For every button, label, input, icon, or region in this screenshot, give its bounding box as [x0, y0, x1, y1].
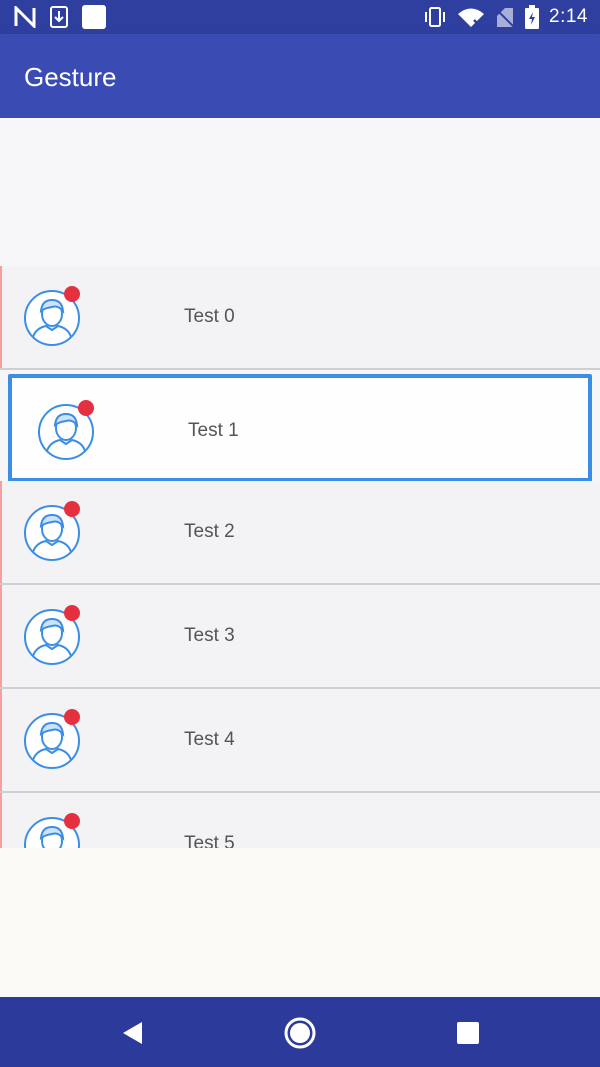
download-icon: [50, 6, 68, 28]
wifi-icon: [458, 8, 485, 28]
battery-icon: [525, 5, 540, 29]
home-button[interactable]: [282, 1015, 318, 1051]
user-avatar-icon: [38, 400, 94, 460]
list-item-label: Test 1: [188, 420, 239, 441]
status-bar: 2:14: [0, 0, 600, 34]
recents-button[interactable]: [450, 1015, 486, 1051]
user-avatar-icon: [24, 501, 80, 561]
list-header-space: [0, 118, 600, 266]
status-time: 2:14: [549, 6, 588, 27]
list-item-test-3[interactable]: Test 3: [0, 585, 600, 689]
user-avatar-icon: [24, 813, 80, 848]
app-title: Gesture: [24, 62, 117, 92]
list-item-label: Test 4: [184, 729, 235, 750]
square-icon: [82, 5, 106, 29]
empty-footer-area: [0, 848, 600, 997]
user-avatar-icon: [24, 709, 80, 769]
n-icon: [14, 6, 36, 28]
list-item-test-4[interactable]: Test 4: [0, 689, 600, 793]
back-button[interactable]: [114, 1015, 150, 1051]
list-item-test-1[interactable]: Test 1: [8, 374, 592, 482]
navigation-bar: [0, 997, 600, 1067]
recents-icon: [457, 1022, 479, 1044]
back-icon: [123, 1022, 142, 1044]
list-item-label: Test 5: [184, 833, 235, 848]
status-left-icons: [14, 5, 106, 29]
user-avatar-icon: [24, 605, 80, 665]
status-right-icons: 2:14: [423, 5, 588, 29]
list-item-test-2[interactable]: Test 2: [0, 481, 600, 585]
list-item-test-0[interactable]: Test 0: [0, 266, 600, 370]
home-icon: [284, 1017, 316, 1049]
list-item-label: Test 3: [184, 625, 235, 646]
list-item-label: Test 2: [184, 521, 235, 542]
gesture-list[interactable]: Test 0 Test 1 Test 2 Test 3 Test 4 Test …: [0, 118, 600, 848]
list-item-test-5[interactable]: Test 5: [0, 793, 600, 848]
list-item-label: Test 0: [184, 306, 235, 327]
app-bar: Gesture: [0, 34, 600, 118]
no-sim-icon: [495, 8, 515, 28]
vibrate-icon: [425, 7, 446, 27]
user-avatar-icon: [24, 286, 80, 346]
